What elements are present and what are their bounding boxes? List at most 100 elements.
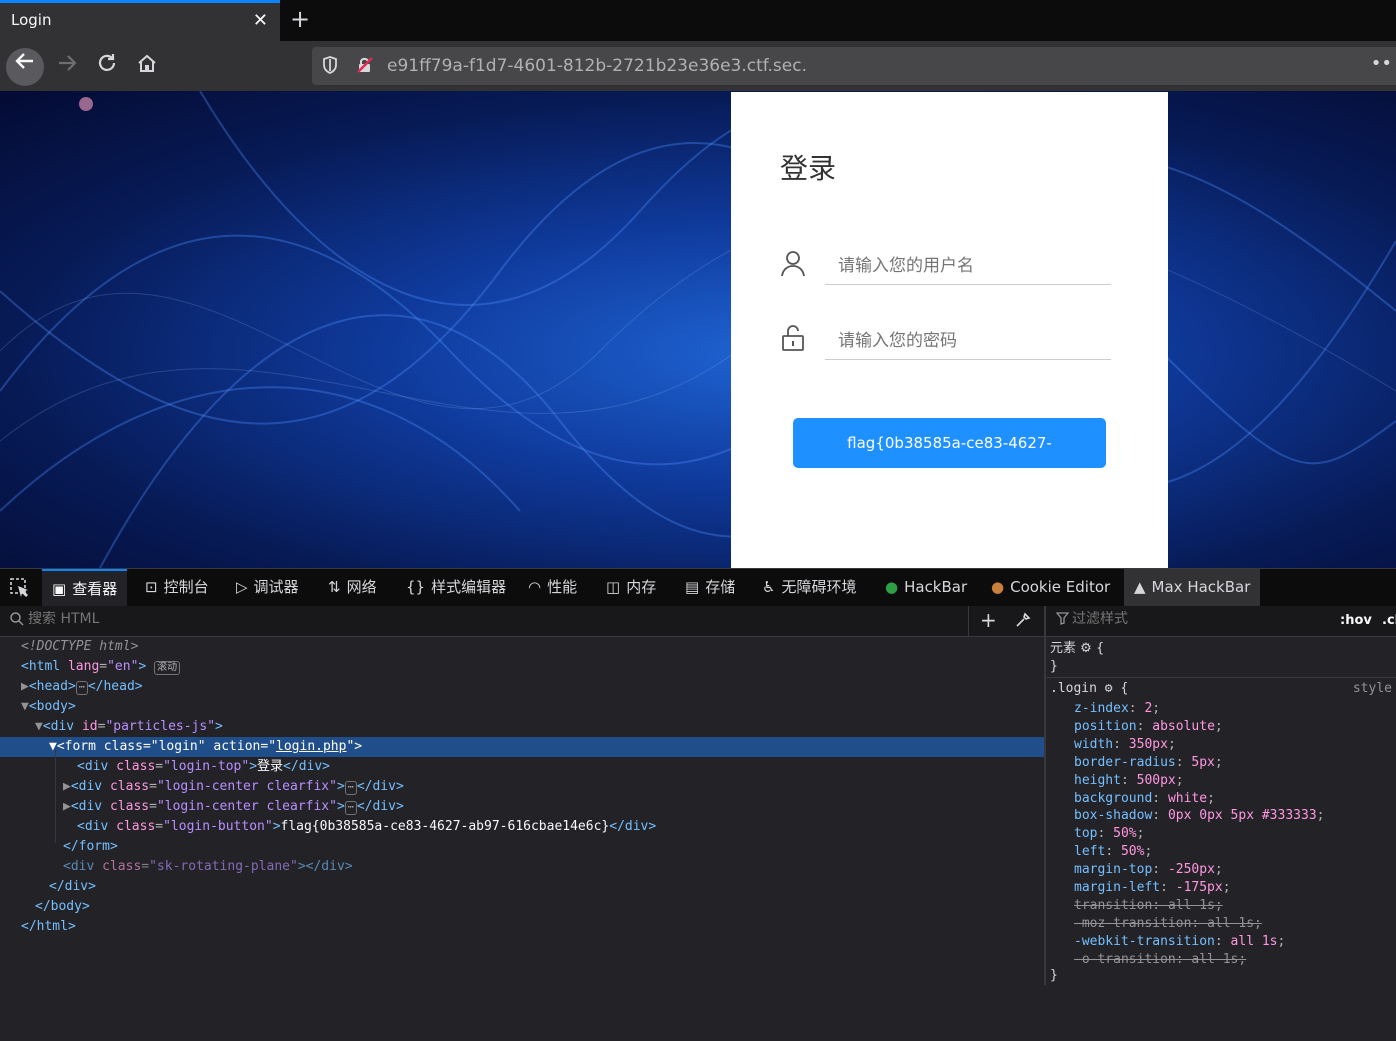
collapsed-ellipsis-icon[interactable]: ⋯ bbox=[344, 801, 357, 815]
tree-line-html[interactable]: <html lang="en"> 滚动 bbox=[21, 657, 181, 677]
tab-accessibility[interactable]: ♿ 无障碍环境 bbox=[762, 569, 856, 606]
login-button[interactable]: flag{0b38585a-ce83-4627- bbox=[793, 418, 1106, 468]
property-name[interactable]: z-index bbox=[1074, 701, 1129, 716]
property-name[interactable]: left bbox=[1074, 844, 1105, 859]
tab-style-editor[interactable]: {} 样式编辑器 bbox=[406, 569, 506, 606]
declaration-box-shadow[interactable]: box-shadow: 0px 0px 5px #333333; bbox=[1074, 807, 1324, 825]
property-name[interactable]: position bbox=[1074, 719, 1137, 734]
collapse-arrow-icon[interactable]: ▼ bbox=[21, 699, 29, 714]
scroll-badge[interactable]: 滚动 bbox=[154, 661, 181, 675]
tab-cookie-editor[interactable]: ● Cookie Editor bbox=[991, 569, 1110, 606]
property-value[interactable]: all 1s bbox=[1207, 916, 1254, 931]
password-input[interactable] bbox=[825, 322, 1111, 360]
property-name[interactable]: margin-left bbox=[1074, 880, 1160, 895]
property-name[interactable]: box-shadow bbox=[1074, 808, 1152, 823]
tab-hackbar[interactable]: ● HackBar bbox=[885, 569, 967, 606]
add-node-icon[interactable]: + bbox=[980, 608, 997, 632]
declaration-transition[interactable]: transition: all 1s; bbox=[1074, 897, 1223, 915]
expand-arrow-icon[interactable]: ▶ bbox=[63, 779, 71, 794]
tab-network[interactable]: ⇅ 网络 bbox=[328, 569, 377, 606]
property-value[interactable]: all 1s bbox=[1191, 952, 1238, 967]
form-action-link[interactable]: login.php bbox=[276, 739, 346, 754]
tree-line-form-close[interactable]: </form> bbox=[63, 837, 118, 857]
property-value[interactable]: 50% bbox=[1113, 826, 1136, 841]
eyedropper-icon[interactable] bbox=[1015, 612, 1031, 632]
property-name[interactable]: height bbox=[1074, 773, 1121, 788]
property-value[interactable]: 0px 0px 5px #333333 bbox=[1168, 808, 1317, 823]
tab-max-hackbar[interactable]: ▲ Max HackBar bbox=[1124, 569, 1261, 606]
declaration-left[interactable]: left: 50%; bbox=[1074, 843, 1152, 861]
tab-debugger[interactable]: ▷ 调试器 bbox=[236, 569, 299, 606]
tab-login[interactable]: Login ✕ bbox=[0, 0, 280, 41]
tab-memory[interactable]: ◫ 内存 bbox=[606, 569, 656, 606]
insecure-lock-icon[interactable] bbox=[356, 56, 374, 78]
property-value[interactable]: 500px bbox=[1137, 773, 1176, 788]
property-name[interactable]: background bbox=[1074, 791, 1152, 806]
property-name[interactable]: margin-top bbox=[1074, 862, 1152, 877]
property-name[interactable]: -webkit-transition bbox=[1074, 934, 1215, 949]
url-bar[interactable]: e91ff79a-f1d7-4601-812b-2721b23e36e3.ctf… bbox=[312, 47, 1396, 1041]
collapsed-ellipsis-icon[interactable]: ⋯ bbox=[344, 781, 357, 795]
property-name[interactable]: border-radius bbox=[1074, 755, 1176, 770]
pick-element-icon[interactable] bbox=[10, 569, 30, 606]
property-value[interactable]: -175px bbox=[1176, 880, 1223, 895]
property-value[interactable]: white bbox=[1168, 791, 1207, 806]
home-icon[interactable] bbox=[132, 52, 162, 82]
property-value[interactable]: all 1s bbox=[1168, 898, 1215, 913]
new-tab-icon[interactable]: + bbox=[290, 5, 310, 33]
declaration--moz-transition[interactable]: -moz-transition: all 1s; bbox=[1074, 915, 1262, 933]
declaration--o-transition[interactable]: -o-transition: all 1s; bbox=[1074, 951, 1246, 969]
property-value[interactable]: all 1s bbox=[1231, 934, 1278, 949]
tree-line-body[interactable]: ▼<body> bbox=[21, 697, 76, 717]
tree-line-head[interactable]: ▶<head> ⋯ </head> bbox=[21, 677, 143, 697]
declaration-margin-left[interactable]: margin-left: -175px; bbox=[1074, 879, 1231, 897]
property-value[interactable]: 2 bbox=[1144, 701, 1152, 716]
declaration-margin-top[interactable]: margin-top: -250px; bbox=[1074, 861, 1223, 879]
declaration-height[interactable]: height: 500px; bbox=[1074, 772, 1184, 790]
close-tab-icon[interactable]: ✕ bbox=[253, 10, 268, 31]
tree-line-login-center-1[interactable]: ▶<div class="login-center clearfix"> ⋯ </d… bbox=[63, 777, 404, 797]
cls-toggle[interactable]: .cl bbox=[1382, 613, 1396, 628]
property-value[interactable]: -250px bbox=[1168, 862, 1215, 877]
property-name[interactable]: width bbox=[1074, 737, 1113, 752]
declaration-z-index[interactable]: z-index: 2; bbox=[1074, 700, 1160, 718]
tab-inspector[interactable]: ▣ 查看器 bbox=[42, 569, 128, 606]
tree-line-div-close[interactable]: </div> bbox=[49, 877, 96, 897]
property-name[interactable]: -moz-transition bbox=[1074, 916, 1191, 931]
tree-line-login-button[interactable]: <div class="login-button">flag{0b38585a-… bbox=[77, 817, 656, 837]
tree-line-login-top[interactable]: <div class="login-top">登录</div> bbox=[77, 757, 330, 777]
property-value[interactable]: 350px bbox=[1129, 737, 1168, 752]
declaration-position[interactable]: position: absolute; bbox=[1074, 718, 1223, 736]
tree-line-html-close[interactable]: </html> bbox=[21, 917, 76, 937]
collapse-arrow-icon[interactable]: ▼ bbox=[35, 719, 43, 734]
more-icon[interactable]: •• bbox=[1371, 53, 1392, 74]
html-search-input[interactable] bbox=[28, 611, 928, 627]
username-input[interactable] bbox=[825, 247, 1111, 285]
forward-arrow-icon[interactable] bbox=[52, 52, 82, 82]
gear-icon[interactable]: ⚙ bbox=[1105, 681, 1113, 696]
expand-arrow-icon[interactable]: ▶ bbox=[63, 799, 71, 814]
property-value[interactable]: 50% bbox=[1121, 844, 1144, 859]
property-value[interactable]: absolute bbox=[1152, 719, 1215, 734]
hov-toggle[interactable]: :hov bbox=[1340, 613, 1372, 628]
rule-selector[interactable]: .login bbox=[1050, 681, 1097, 696]
declaration--webkit-transition[interactable]: -webkit-transition: all 1s; bbox=[1074, 933, 1285, 951]
declaration-border-radius[interactable]: border-radius: 5px; bbox=[1074, 754, 1223, 772]
tab-console[interactable]: ⊡ 控制台 bbox=[145, 569, 209, 606]
property-name[interactable]: transition bbox=[1074, 898, 1152, 913]
tree-line-spinner[interactable]: <div class="sk-rotating-plane"></div> bbox=[63, 857, 353, 877]
declaration-width[interactable]: width: 350px; bbox=[1074, 736, 1176, 754]
property-value[interactable]: 5px bbox=[1191, 755, 1214, 770]
rules-filter-input[interactable] bbox=[1072, 611, 1332, 627]
tab-performance[interactable]: ◠ 性能 bbox=[528, 569, 577, 606]
declaration-top[interactable]: top: 50%; bbox=[1074, 825, 1144, 843]
tree-line-login-center-2[interactable]: ▶<div class="login-center clearfix"> ⋯ </d… bbox=[63, 797, 404, 817]
tab-storage[interactable]: ▤ 存储 bbox=[685, 569, 735, 606]
collapsed-ellipsis-icon[interactable]: ⋯ bbox=[75, 681, 88, 695]
property-name[interactable]: top bbox=[1074, 826, 1097, 841]
tree-line-doctype[interactable]: <!DOCTYPE html> bbox=[21, 637, 138, 657]
property-name[interactable]: -o-transition bbox=[1074, 952, 1176, 967]
expand-arrow-icon[interactable]: ▶ bbox=[21, 679, 29, 694]
tree-line-form-selected[interactable]: ▼<form class="login" action="login.php"> bbox=[0, 737, 1044, 757]
tree-line-body-close[interactable]: </body> bbox=[35, 897, 90, 917]
